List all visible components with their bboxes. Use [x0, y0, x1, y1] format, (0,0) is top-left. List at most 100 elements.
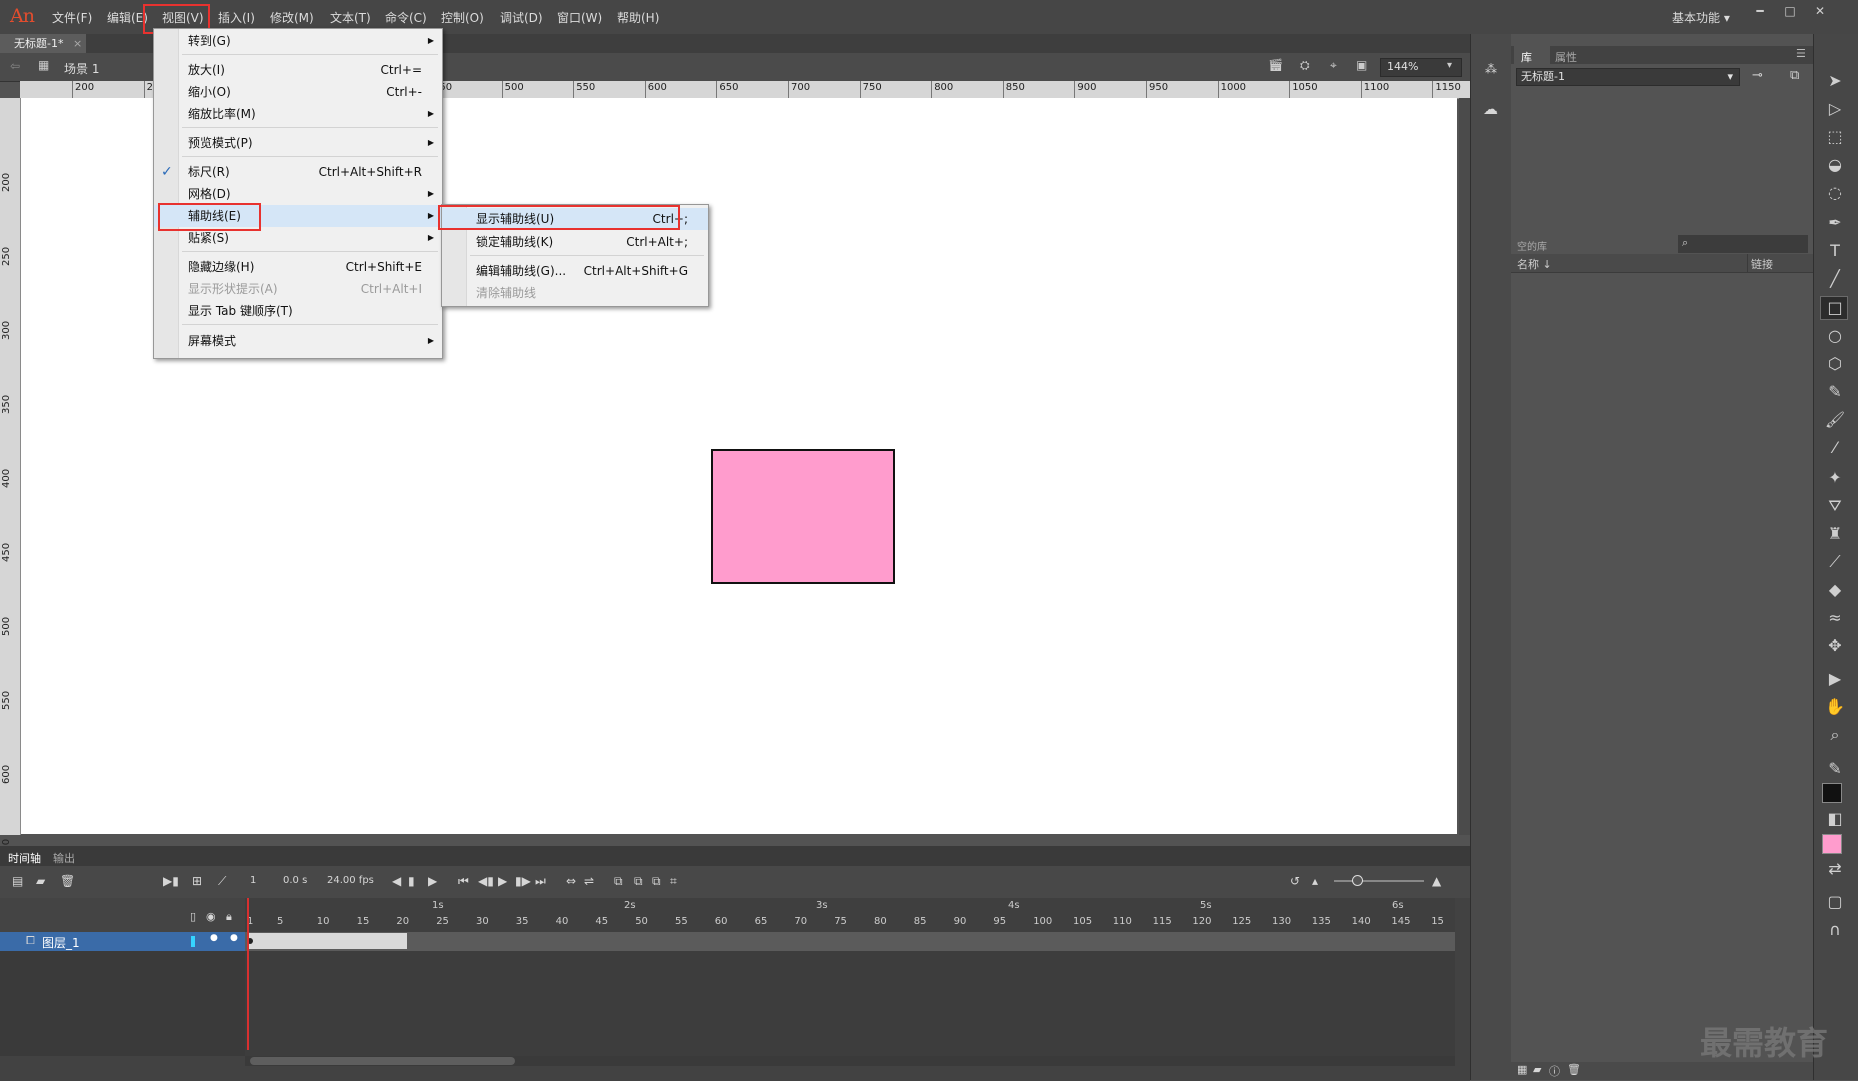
column-name[interactable]: 名称 ↓ [1517, 256, 1552, 272]
menu-edit[interactable]: 编辑(E) [107, 9, 148, 26]
column-linkage[interactable]: 链接 [1751, 256, 1773, 272]
lasso-icon[interactable]: ◌ [1822, 182, 1848, 204]
first-frame-icon[interactable]: ⏮ [458, 874, 469, 889]
undo-icon[interactable]: ↺ [1290, 874, 1300, 888]
frame-zoom-slider[interactable] [1334, 880, 1424, 882]
pencil-tool-icon[interactable]: ✎ [1822, 381, 1848, 403]
paint-bucket-icon[interactable]: ⛛ [1822, 495, 1848, 517]
pink-rectangle-shape[interactable] [711, 449, 895, 584]
onion-outline-icon[interactable]: ⧉ [634, 874, 643, 889]
camera-icon[interactable]: ▶▮ [163, 874, 179, 888]
document-tab[interactable]: 无标题-1* × [0, 34, 86, 53]
maximize-icon[interactable]: □ [1778, 4, 1802, 22]
clip-stage-icon[interactable]: ▣ [1356, 58, 1367, 72]
new-symbol-icon[interactable]: ▦ [1517, 1063, 1527, 1076]
menu-modify[interactable]: 修改(M) [270, 9, 314, 26]
menu-help[interactable]: 帮助(H) [617, 9, 659, 26]
onion-skin-icon[interactable]: ⧉ [614, 874, 623, 889]
oval-tool-icon[interactable]: ○ [1822, 325, 1848, 347]
timeline-scroll-thumb[interactable] [250, 1057, 515, 1065]
eraser-icon[interactable]: ◆ [1822, 579, 1848, 601]
fill-color-swatch[interactable] [1822, 834, 1842, 854]
hand-tool-icon[interactable]: ✋ [1822, 696, 1848, 718]
view-menu-zoom-out[interactable]: 缩小(O) Ctrl+- [154, 81, 442, 103]
subselection-tool-icon[interactable]: ▷ [1822, 98, 1848, 120]
guides-lock[interactable]: 锁定辅助线(K) Ctrl+Alt+; [442, 231, 708, 253]
brush-tool-icon[interactable]: ⁄ [1822, 437, 1848, 459]
color-panel-icon[interactable]: ⁂ [1485, 62, 1497, 76]
tab-properties[interactable]: 属性 [1555, 49, 1577, 65]
new-library-icon[interactable]: ⧉ [1790, 68, 1799, 83]
minimize-icon[interactable]: ━ [1748, 4, 1772, 22]
step-forward-icon[interactable]: ▮▶ [515, 874, 531, 888]
outline-toggle-icon[interactable]: ▯ [190, 910, 196, 923]
step-back-icon[interactable]: ◀▮ [478, 874, 494, 888]
text-tool-icon[interactable]: T [1822, 240, 1848, 262]
layer-frames-row[interactable] [245, 932, 1455, 951]
frame-zoom-handle[interactable] [1352, 875, 1363, 886]
menu-insert[interactable]: 插入(I) [218, 9, 255, 26]
view-menu-goto[interactable]: 转到(G) ▶ [154, 30, 442, 52]
menu-debug[interactable]: 调试(D) [500, 9, 543, 26]
3d-rotation-icon[interactable]: ◒ [1822, 154, 1848, 176]
pin-icon[interactable]: ⊸ [1752, 68, 1763, 83]
center-stage-icon[interactable]: ⌖ [1330, 58, 1337, 73]
snap-to-objects-icon[interactable]: ∩ [1822, 919, 1848, 941]
panel-menu-icon[interactable]: ☰ [1796, 47, 1806, 60]
zoom-tool-icon[interactable]: ⌕ [1822, 724, 1848, 746]
menu-window[interactable]: 窗口(W) [557, 9, 602, 26]
playhead[interactable] [247, 898, 249, 1050]
prev-keyframe-icon[interactable]: ◀ [392, 874, 401, 888]
zoom-out-frames-icon[interactable]: ▴ [1312, 874, 1318, 888]
workspace-switcher[interactable]: 基本功能 ▾ [1672, 9, 1730, 26]
menu-text[interactable]: 文本(T) [330, 9, 371, 26]
view-menu-magnification[interactable]: 缩放比率(M) ▶ [154, 103, 442, 125]
menu-control[interactable]: 控制(O) [441, 9, 484, 26]
stroke-color-icon[interactable]: ✎ [1822, 758, 1848, 780]
view-menu-rulers[interactable]: ✓ 标尺(R) Ctrl+Alt+Shift+R [154, 161, 442, 183]
asset-warp-icon[interactable]: ✥ [1822, 635, 1848, 657]
swap-colors-icon[interactable]: ⇄ [1822, 858, 1848, 880]
keyframe-icon[interactable]: ▮ [408, 874, 415, 888]
fill-color-icon[interactable]: ◧ [1822, 808, 1848, 830]
edit-multiple-icon[interactable]: ⧉ [652, 874, 661, 889]
parenting-icon[interactable]: ⊞ [192, 874, 202, 888]
lock-dot-icon[interactable]: ● [230, 933, 238, 943]
view-menu-screen-mode[interactable]: 屏幕模式 ▶ [154, 330, 442, 352]
tab-output[interactable]: 输出 [53, 850, 75, 866]
line-tool-icon[interactable]: ╱ [1822, 268, 1848, 290]
width-tool-icon[interactable]: ≈ [1822, 607, 1848, 629]
graph-icon[interactable]: ⟋ [218, 874, 226, 889]
ink-bottle-icon[interactable]: ♜ [1822, 523, 1848, 545]
delete-layer-icon[interactable]: 🗑︎ [60, 874, 75, 888]
creative-cloud-icon[interactable]: ☁ [1483, 100, 1498, 118]
guides-edit[interactable]: 编辑辅助线(G)... Ctrl+Alt+Shift+G [442, 260, 708, 282]
symbol-edit-icon[interactable]: ⛭ [1300, 58, 1310, 73]
library-search-input[interactable]: ⌕ [1678, 235, 1808, 253]
menu-file[interactable]: 文件(F) [52, 9, 92, 26]
selection-tool-icon[interactable]: ➤ [1822, 70, 1848, 92]
new-folder-icon[interactable]: ▰ [1533, 1063, 1541, 1076]
polystar-tool-icon[interactable]: ⬡ [1822, 353, 1848, 375]
properties-icon[interactable]: ⓘ [1549, 1063, 1560, 1079]
camera-tool-icon[interactable]: ▶ [1822, 668, 1848, 690]
stroke-color-swatch[interactable] [1822, 783, 1842, 803]
layer-row[interactable]: ⧠ 图层_1 ● ● [0, 932, 245, 951]
eyedropper-icon[interactable]: ⟋ [1822, 551, 1848, 573]
clapper-icon[interactable]: 🎬︎ [1268, 58, 1283, 72]
rectangle-tool-icon[interactable]: □ [1822, 297, 1848, 319]
paint-brush-icon[interactable]: 🖌︎ [1822, 409, 1848, 431]
tab-timeline[interactable]: 时间轴 [8, 850, 41, 866]
loop-icon[interactable]: ⇔ [566, 874, 576, 888]
zoom-in-frames-icon[interactable]: ▲ [1432, 874, 1441, 888]
new-folder-icon[interactable]: ▰ [36, 874, 45, 888]
delete-icon[interactable]: 🗑︎ [1567, 1063, 1581, 1076]
menu-commands[interactable]: 命令(C) [385, 9, 427, 26]
bone-tool-icon[interactable]: ✦ [1822, 467, 1848, 489]
new-layer-icon[interactable]: ▤ [12, 874, 23, 888]
view-menu-zoom-in[interactable]: 放大(I) Ctrl+= [154, 59, 442, 81]
last-frame-icon[interactable]: ⏭ [535, 874, 546, 889]
view-menu-grid[interactable]: 网格(D) ▶ [154, 183, 442, 205]
eye-icon[interactable]: ◉ [206, 910, 216, 923]
view-menu-hide-edges[interactable]: 隐藏边缘(H) Ctrl+Shift+E [154, 256, 442, 278]
